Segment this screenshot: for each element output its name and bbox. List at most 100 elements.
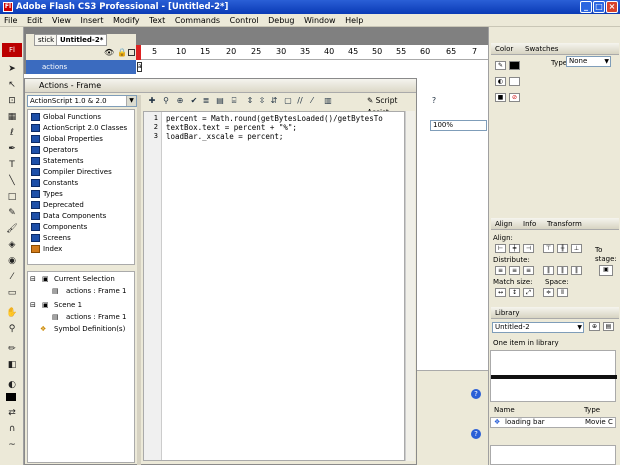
book-as2-classes[interactable]: ActionScript 2.0 Classes	[30, 123, 134, 133]
book-data-components[interactable]: Data Components	[30, 211, 134, 221]
new-library-icon[interactable]: ▤	[603, 322, 614, 331]
brush-tool-icon[interactable]: 🖌	[6, 223, 18, 235]
tab-color[interactable]: Color	[495, 44, 513, 54]
find-icon[interactable]: ⚲	[161, 96, 171, 106]
book-constants[interactable]: Constants	[30, 178, 134, 188]
book-global-functions[interactable]: Global Functions	[30, 112, 134, 122]
distribute-bottom-icon[interactable]: ≡	[523, 266, 534, 275]
text-tool-icon[interactable]: T	[6, 159, 18, 171]
code-vertical-scrollbar[interactable]	[405, 111, 415, 461]
paint-fill-icon[interactable]: ◐	[6, 379, 18, 391]
debug-options-icon[interactable]: ⌸	[229, 96, 239, 106]
actionscript-version-select[interactable]: ActionScript 1.0 & 2.0 ▼	[27, 95, 137, 107]
eraser-tool-icon[interactable]: ▭	[6, 287, 18, 299]
tab-align[interactable]: Align	[495, 219, 513, 229]
book-types[interactable]: Types	[30, 189, 134, 199]
help-icon[interactable]: ?	[429, 96, 439, 106]
script-assist-button[interactable]: ✎ Script Assist	[367, 95, 415, 117]
layer-row-actions[interactable]: actions	[26, 60, 136, 74]
eyedropper-tool-icon[interactable]: ⁄	[6, 271, 18, 283]
stroke-swatch-icon[interactable]: ✎	[495, 61, 506, 70]
panel-splitter[interactable]	[137, 95, 141, 465]
menu-view[interactable]: View	[48, 14, 74, 27]
book-statements[interactable]: Statements	[30, 156, 134, 166]
tree-scene[interactable]: Scene 1	[54, 300, 82, 310]
black-white-icon[interactable]: ■	[495, 93, 506, 102]
fill-type-select[interactable]: None ▼	[566, 56, 611, 67]
zoom-select[interactable]: 100%	[430, 120, 487, 131]
line-tool-icon[interactable]: ╲	[6, 175, 18, 187]
tree-cs-frame[interactable]: actions : Frame 1	[66, 286, 127, 296]
match-width-icon[interactable]: ↔	[495, 288, 506, 297]
match-both-icon[interactable]: ⤢	[523, 288, 534, 297]
menu-debug[interactable]: Debug	[264, 14, 297, 27]
help-icon[interactable]: ?	[471, 429, 481, 439]
code-line[interactable]: textBox.text = percent + "%";	[166, 123, 297, 132]
column-name[interactable]: Name	[494, 404, 515, 416]
comment-line-icon[interactable]: //	[295, 96, 305, 106]
tree-current-selection[interactable]: Current Selection	[54, 274, 115, 284]
match-height-icon[interactable]: ↕	[509, 288, 520, 297]
keyframe-icon[interactable]: a	[137, 62, 142, 72]
black-white-swatch-icon[interactable]	[6, 393, 16, 401]
fill-color-icon[interactable]: ◧	[6, 359, 18, 371]
align-right-icon[interactable]: ⊣	[523, 244, 534, 253]
code-editor[interactable]: 1 percent = Math.round(getBytesLoaded()/…	[143, 111, 405, 461]
toolbox-toggle-icon[interactable]: ▥	[323, 96, 333, 106]
tab-swatches[interactable]: Swatches	[525, 44, 558, 54]
stroke-color-swatch[interactable]	[509, 61, 520, 70]
distribute-center-icon[interactable]: ≡	[509, 266, 520, 275]
collapse-icon[interactable]: ⊟	[30, 274, 36, 284]
subselection-tool-icon[interactable]: ↖	[6, 79, 18, 91]
tab-untitled-2[interactable]: Untitled-2*	[56, 34, 108, 46]
menu-insert[interactable]: Insert	[77, 14, 107, 27]
menu-help[interactable]: Help	[341, 14, 366, 27]
align-middle-v-icon[interactable]: ╫	[557, 244, 568, 253]
tab-library[interactable]: Library	[495, 308, 519, 318]
swap-colors-icon[interactable]: ⇄	[6, 407, 18, 419]
menu-modify[interactable]: Modify	[109, 14, 143, 27]
tab-stick[interactable]: stick	[34, 34, 59, 46]
collapse-selection-icon[interactable]: ⇳	[257, 96, 267, 106]
book-components[interactable]: Components	[30, 222, 134, 232]
book-index[interactable]: Index	[30, 244, 134, 254]
menu-window[interactable]: Window	[300, 14, 339, 27]
help-icon[interactable]: ?	[471, 389, 481, 399]
to-stage-toggle-icon[interactable]: ▣	[599, 265, 613, 276]
snap-magnet-icon[interactable]: ∩	[6, 423, 18, 435]
library-item-row[interactable]: ❖ loading bar Movie C	[490, 417, 616, 428]
outline-icon[interactable]	[128, 49, 135, 56]
ink-bottle-tool-icon[interactable]: ◈	[6, 239, 18, 251]
check-syntax-icon[interactable]: ✔	[189, 96, 199, 106]
align-bottom-icon[interactable]: ⊥	[571, 244, 582, 253]
library-document-select[interactable]: Untitled-2 ▼	[492, 322, 584, 333]
lock-icon[interactable]: 🔒	[117, 48, 127, 57]
playhead[interactable]	[136, 45, 141, 60]
column-type[interactable]: Type	[584, 404, 600, 416]
book-compiler-directives[interactable]: Compiler Directives	[30, 167, 134, 177]
space-vertical-icon[interactable]: ≑	[543, 288, 554, 297]
no-color-icon[interactable]: ⊘	[509, 93, 520, 102]
space-horizontal-icon[interactable]: ⫴	[557, 288, 568, 297]
menu-commands[interactable]: Commands	[171, 14, 223, 27]
align-center-h-icon[interactable]: ╪	[509, 244, 520, 253]
smooth-icon[interactable]: ~	[6, 439, 18, 451]
auto-format-icon[interactable]: ≣	[201, 96, 211, 106]
free-transform-tool-icon[interactable]: ⊡	[6, 95, 18, 107]
book-operators[interactable]: Operators	[30, 145, 134, 155]
expand-all-icon[interactable]: ⇵	[269, 96, 279, 106]
rectangle-tool-icon[interactable]: □	[6, 191, 18, 203]
menu-text[interactable]: Text	[145, 14, 168, 27]
distribute-hcenter-icon[interactable]: ‖	[557, 266, 568, 275]
tree-symbol-definitions[interactable]: Symbol Definition(s)	[54, 324, 125, 334]
pen-tool-icon[interactable]: ✒	[6, 143, 18, 155]
target-path-icon[interactable]: ⊕	[175, 96, 185, 106]
hand-tool-icon[interactable]: ✋	[6, 307, 18, 319]
timeline-frames[interactable]: a	[136, 60, 488, 74]
distribute-top-icon[interactable]: ≡	[495, 266, 506, 275]
comment-block-icon[interactable]: ▢	[283, 96, 293, 106]
book-screens[interactable]: Screens	[30, 233, 134, 243]
fill-color-swatch[interactable]	[509, 77, 520, 86]
stroke-color-icon[interactable]: ✏	[6, 343, 18, 355]
menu-file[interactable]: File	[0, 14, 20, 27]
